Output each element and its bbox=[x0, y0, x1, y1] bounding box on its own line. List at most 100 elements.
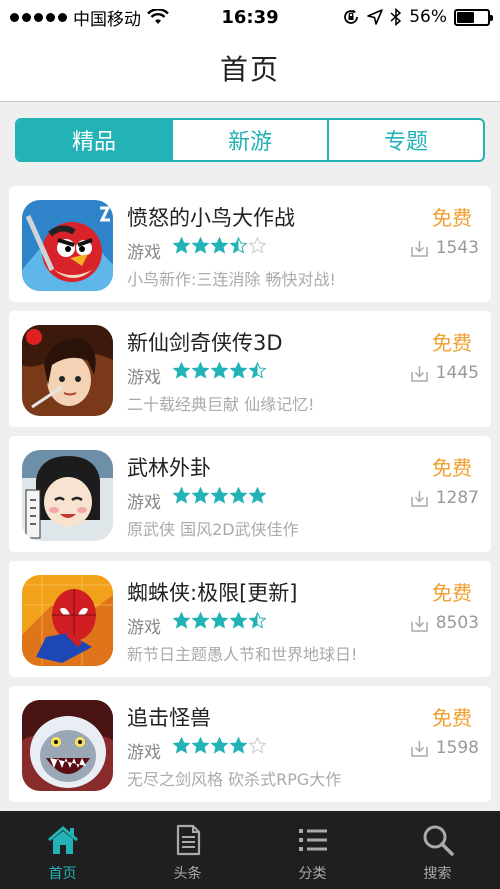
download-icon bbox=[410, 615, 428, 632]
price-label[interactable]: 免费 bbox=[432, 577, 472, 606]
star-full-icon bbox=[230, 487, 247, 504]
segmented-control: 精品 新游 专题 bbox=[15, 118, 485, 162]
wulin-icon bbox=[22, 450, 113, 541]
status-right: 56% bbox=[342, 7, 493, 27]
download-icon bbox=[410, 740, 428, 757]
app-category: 游戏 bbox=[127, 618, 161, 638]
app-card[interactable]: 武林外卦 游戏 原武侠 国风2D武侠佳作 免费 1287 bbox=[9, 436, 491, 552]
tab-home[interactable]: 首页 bbox=[0, 811, 125, 889]
price-label[interactable]: 免费 bbox=[432, 452, 472, 481]
tab-label: 分类 bbox=[298, 866, 327, 882]
star-full-icon bbox=[211, 362, 228, 379]
app-card[interactable]: 蜘蛛侠:极限[更新] 游戏 新节日主题愚人节和世界地球日! 免费 8503 bbox=[9, 561, 491, 677]
download-count-value: 8503 bbox=[435, 613, 479, 633]
app-category: 游戏 bbox=[127, 243, 161, 263]
download-count: 8503 bbox=[410, 613, 479, 633]
status-left: 中国移动 bbox=[10, 5, 342, 30]
download-icon bbox=[410, 240, 428, 257]
segment-new-games[interactable]: 新游 bbox=[171, 120, 327, 160]
star-full-icon bbox=[211, 237, 228, 254]
carrier-label: 中国移动 bbox=[73, 9, 141, 30]
battery-percent: 56% bbox=[409, 7, 447, 27]
download-icon bbox=[410, 490, 428, 507]
rating-stars bbox=[173, 612, 266, 629]
app-description: 原武侠 国风2D武侠佳作 bbox=[127, 520, 299, 539]
app-description: 小鸟新作:三连消除 畅快对战! bbox=[127, 270, 336, 289]
app-card[interactable]: 愤怒的小鸟大作战 游戏 小鸟新作:三连消除 畅快对战! 免费 1543 bbox=[9, 186, 491, 302]
list-icon bbox=[298, 829, 327, 851]
location-icon bbox=[367, 9, 384, 25]
download-count: 1598 bbox=[410, 738, 479, 758]
rating-stars bbox=[173, 487, 266, 504]
spiderman-icon bbox=[22, 575, 113, 666]
tab-headlines[interactable]: 头条 bbox=[125, 811, 250, 889]
star-full-icon bbox=[192, 612, 209, 629]
star-full-icon bbox=[173, 487, 190, 504]
price-label[interactable]: 免费 bbox=[432, 702, 472, 731]
navigation-bar: 首页 bbox=[0, 34, 500, 102]
download-icon bbox=[410, 365, 428, 382]
tab-label: 头条 bbox=[173, 866, 202, 882]
rating-stars bbox=[173, 737, 266, 754]
download-count: 1543 bbox=[410, 238, 479, 258]
star-half-icon bbox=[249, 362, 266, 379]
segment-topics[interactable]: 专题 bbox=[327, 120, 483, 160]
app-description: 新节日主题愚人节和世界地球日! bbox=[127, 645, 358, 664]
star-full-icon bbox=[211, 487, 228, 504]
download-count-value: 1287 bbox=[435, 488, 479, 508]
rating-stars bbox=[173, 237, 266, 254]
app-card[interactable]: 新仙剑奇侠传3D 游戏 二十载经典巨献 仙缘记忆! 免费 1445 bbox=[9, 311, 491, 427]
app-name: 愤怒的小鸟大作战 bbox=[127, 206, 295, 230]
app-card[interactable]: 追击怪兽 游戏 无尽之剑风格 砍杀式RPG大作 免费 1598 bbox=[9, 686, 491, 802]
star-full-icon bbox=[173, 362, 190, 379]
star-empty-icon bbox=[249, 737, 266, 754]
tab-categories[interactable]: 分类 bbox=[250, 811, 375, 889]
download-count-value: 1598 bbox=[435, 738, 479, 758]
star-full-icon bbox=[192, 237, 209, 254]
app-name: 新仙剑奇侠传3D bbox=[127, 331, 283, 355]
star-full-icon bbox=[192, 487, 209, 504]
app-description: 无尽之剑风格 砍杀式RPG大作 bbox=[127, 770, 342, 789]
document-icon bbox=[176, 824, 200, 856]
home-icon bbox=[47, 826, 78, 854]
status-bar: 中国移动 16:39 56% bbox=[0, 0, 500, 34]
rating-stars bbox=[173, 362, 266, 379]
download-count-value: 1445 bbox=[435, 363, 479, 383]
app-category: 游戏 bbox=[127, 493, 161, 513]
monster-icon bbox=[22, 700, 113, 791]
download-count: 1287 bbox=[410, 488, 479, 508]
segment-featured[interactable]: 精品 bbox=[17, 120, 171, 160]
star-full-icon bbox=[230, 362, 247, 379]
star-half-icon bbox=[230, 237, 247, 254]
app-category: 游戏 bbox=[127, 368, 161, 388]
bluetooth-icon bbox=[390, 8, 402, 26]
price-label[interactable]: 免费 bbox=[432, 327, 472, 356]
download-count: 1445 bbox=[410, 363, 479, 383]
price-label[interactable]: 免费 bbox=[432, 202, 472, 231]
tab-label: 首页 bbox=[48, 866, 77, 882]
star-full-icon bbox=[230, 737, 247, 754]
app-description: 二十载经典巨献 仙缘记忆! bbox=[127, 395, 315, 414]
app-category: 游戏 bbox=[127, 743, 161, 763]
search-icon bbox=[423, 825, 454, 856]
star-full-icon bbox=[192, 737, 209, 754]
star-full-icon bbox=[173, 237, 190, 254]
app-name: 追击怪兽 bbox=[127, 706, 211, 730]
xianjian-icon bbox=[22, 325, 113, 416]
wifi-icon bbox=[147, 9, 169, 24]
rotation-lock-icon bbox=[344, 9, 359, 24]
tab-search[interactable]: 搜索 bbox=[375, 811, 500, 889]
app-name: 蜘蛛侠:极限[更新] bbox=[127, 581, 298, 605]
battery-icon bbox=[454, 8, 493, 26]
battery-level bbox=[457, 11, 474, 23]
star-full-icon bbox=[173, 737, 190, 754]
tab-bar: 首页 头条 分类 搜索 bbox=[0, 811, 500, 889]
star-full-icon bbox=[211, 612, 228, 629]
star-full-icon bbox=[230, 612, 247, 629]
star-full-icon bbox=[173, 612, 190, 629]
star-full-icon bbox=[211, 737, 228, 754]
angry-birds-icon bbox=[22, 200, 113, 291]
page-title: 首页 bbox=[219, 52, 280, 86]
download-count-value: 1543 bbox=[435, 238, 479, 258]
star-empty-icon bbox=[249, 237, 266, 254]
